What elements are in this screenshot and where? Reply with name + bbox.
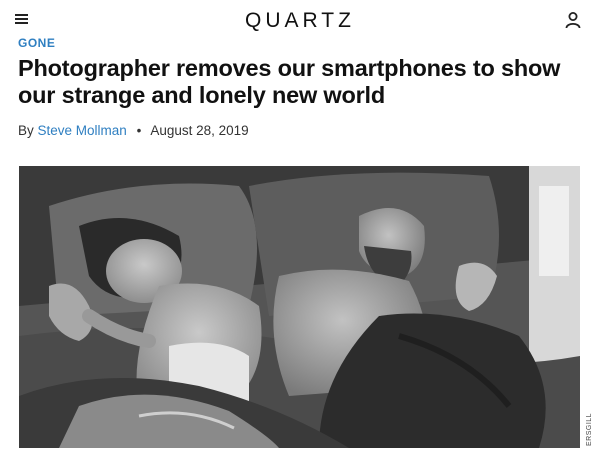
user-icon[interactable]: [564, 11, 582, 29]
byline-separator: •: [136, 123, 142, 138]
hero-photo-illustration: [19, 166, 580, 448]
article-headline: Photographer removes our smartphones to …: [18, 55, 561, 108]
site-logo[interactable]: QUARTZ: [0, 9, 600, 33]
author-link[interactable]: Steve Mollman: [38, 123, 127, 138]
photo-credit: ERSGILL: [586, 412, 593, 446]
hero-photo: [19, 166, 580, 448]
byline-prefix: By: [18, 123, 34, 138]
section-kicker-link[interactable]: GONE: [18, 36, 55, 50]
publish-date: August 28, 2019: [150, 123, 249, 138]
site-header: QUARTZ: [0, 0, 600, 36]
byline: By Steve Mollman • August 28, 2019: [18, 123, 249, 138]
